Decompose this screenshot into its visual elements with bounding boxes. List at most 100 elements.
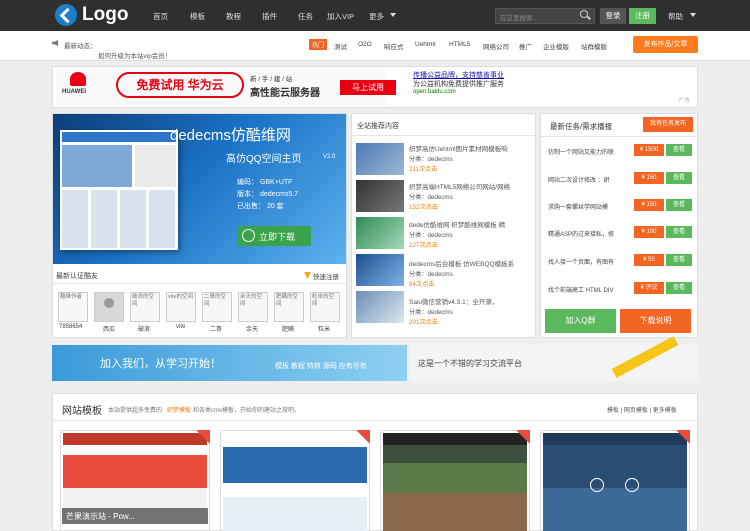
user-name[interactable]: 二哥 [210,324,222,333]
search-icon[interactable] [580,10,588,18]
task-view-button[interactable]: 查看 [666,226,692,238]
user-name[interactable]: 破浪 [138,324,150,333]
ad-huawei: HUAWEI [62,89,86,95]
logo-icon[interactable] [55,4,77,26]
task-item[interactable]: 找个前端高工 HTML DIV [548,285,613,294]
nav-vip[interactable]: 加入VIP [327,11,354,22]
nav-more[interactable]: 更多 [369,11,384,22]
user-name[interactable]: 7858654 [59,324,82,330]
recommend-item-clicks: 201次点击 [409,319,438,326]
task-price: ¥ 评议 [634,282,664,294]
user-name[interactable]: 余天 [246,324,258,333]
ad-text-url[interactable]: open.baidu.com [413,89,456,95]
user-avatar[interactable] [94,292,124,322]
task-price: ¥ 150 [634,172,664,184]
templates-title: 网站模板 [62,406,102,417]
register-button[interactable]: 注册 [629,8,656,24]
recommend-item-title[interactable]: Saiu微信营销v4.3.1：全开源， [409,296,498,306]
task-item[interactable]: 网站二次设计修改 ：织 [548,175,610,184]
banner-download-label: 立即下载 [259,232,296,242]
nav-plugins[interactable]: 插件 [262,11,277,22]
task-view-button[interactable]: 查看 [666,254,692,266]
templates-breadcrumb[interactable]: 模板 | 网页模板 | 更多模板 [607,405,677,414]
ad-label: 广告 [679,98,691,104]
help-menu[interactable]: 帮助 [668,11,683,22]
banner-version: 版本： dedecms5.7 [237,191,299,198]
user-avatar[interactable]: 酷维作者 [58,292,88,322]
tag-link[interactable]: 测试 [334,41,347,51]
divider [352,135,535,136]
tag-link[interactable]: O2O [358,41,372,48]
recommend-item-title[interactable]: 织梦高仿Uehtml图片素材网模板响 [409,143,508,153]
user-name[interactable]: 肥瞒 [282,324,294,333]
tag-link[interactable]: HTML5 [449,41,470,48]
divider [541,136,697,137]
banner-subtitle: 高仿QQ空间主页 [226,154,302,165]
template-thumbnail [63,433,207,508]
templates-desc-highlight[interactable]: 织梦模板 [167,405,191,414]
recommend-thumbnail[interactable] [356,291,404,323]
task-item[interactable]: 求购一套螺丝学网站模 [548,202,608,211]
nav-tasks[interactable]: 任务 [298,11,313,22]
logo-text[interactable]: Logo [82,4,128,26]
notice-link[interactable]: 如何升级为本站vip会员！ [98,50,171,60]
nav-home[interactable]: 首页 [153,11,168,22]
template-card-title[interactable]: 芒果演示站 - Pow... [62,508,208,524]
user-avatar[interactable]: 肥瞒的空间 [274,292,304,322]
task-item[interactable]: 仿制一个网站又能力的联 [548,147,614,156]
task-view-button[interactable]: 查看 [666,199,692,211]
publish-button[interactable]: 发布作品/文章 [633,36,698,53]
task-price: ¥ 1500 [634,144,664,156]
recommend-item-clicks: 211次点击 [409,166,438,173]
task-view-button[interactable]: 查看 [666,144,692,156]
recommend-thumbnail[interactable] [356,143,404,175]
banner-version-tag: V2.0 [323,154,336,160]
chevron-down-icon [390,13,396,17]
tag-link[interactable]: 企业模版 [543,41,569,51]
recommend-item-title[interactable]: dedecms后台模板 仿WEBQQ模板系 [409,258,514,268]
ad-cta-button[interactable]: 马上试用 [340,80,396,95]
recommend-item-title[interactable]: dede仿酷维网 织梦酷维网模板 精 [409,219,505,229]
tag-link[interactable]: 站群模版 [581,41,607,51]
user-name[interactable]: 粒米 [318,324,330,333]
recommend-item-title[interactable]: 织梦高端HTML5网络公司网站/网络 [409,181,510,191]
download-guide-button[interactable]: 下载说明 [620,309,691,333]
user-avatar[interactable]: 余天的空间 [238,292,268,322]
recommend-item-clicks: 227次点击 [409,242,438,249]
user-avatar[interactable]: 粒米的空间 [310,292,340,322]
play-icon [590,478,604,492]
user-name[interactable]: 西瓜 [103,324,115,333]
nav-templates[interactable]: 模板 [190,11,205,22]
user-avatar[interactable]: 二哥的空间 [202,292,232,322]
tag-link[interactable]: 网络公司 [483,41,509,51]
recommend-item-category: 分类：dedecms [409,194,453,201]
banner-encoding: 编码： GBK+UTF [237,179,293,186]
template-thumbnail [543,433,687,531]
task-item[interactable]: 精通ASP的过来接私，修 [548,229,614,238]
task-view-button[interactable]: 查看 [666,172,692,184]
login-button[interactable]: 登录 [600,8,626,24]
huawei-logo-icon [70,72,86,86]
task-item[interactable]: 找人接一个页面，有图有 [548,257,614,266]
divider [53,420,697,421]
user-avatar[interactable]: vite的空间 [166,292,196,322]
ad-slogan: 新 / 手 / 建 / 站 [250,76,293,83]
post-task-button[interactable]: 我有任务发布 [643,117,693,132]
quick-register-link[interactable]: 快速注册 [313,271,339,281]
nav-tutorials[interactable]: 教程 [226,11,241,22]
template-thumbnail [223,433,367,531]
promo-left-main: 加入我们，从学习开始！ [100,358,221,370]
task-view-button[interactable]: 查看 [666,282,692,294]
user-avatar[interactable]: 破浪的空间 [130,292,160,322]
join-qq-button[interactable]: 加入Q群 [545,309,616,333]
screenshot-header [62,132,176,142]
user-name[interactable]: vite [176,324,185,330]
recommend-thumbnail[interactable] [356,217,404,249]
tag-link[interactable]: 推广 [519,41,532,51]
recommend-thumbnail[interactable] [356,180,404,212]
hot-badge: 热门 [309,39,328,50]
recommend-thumbnail[interactable] [356,254,404,286]
recommend-title: 全站推荐内容 [357,123,399,130]
tag-link[interactable]: Uehtml [415,41,436,48]
tag-link[interactable]: 响应式 [384,41,404,51]
